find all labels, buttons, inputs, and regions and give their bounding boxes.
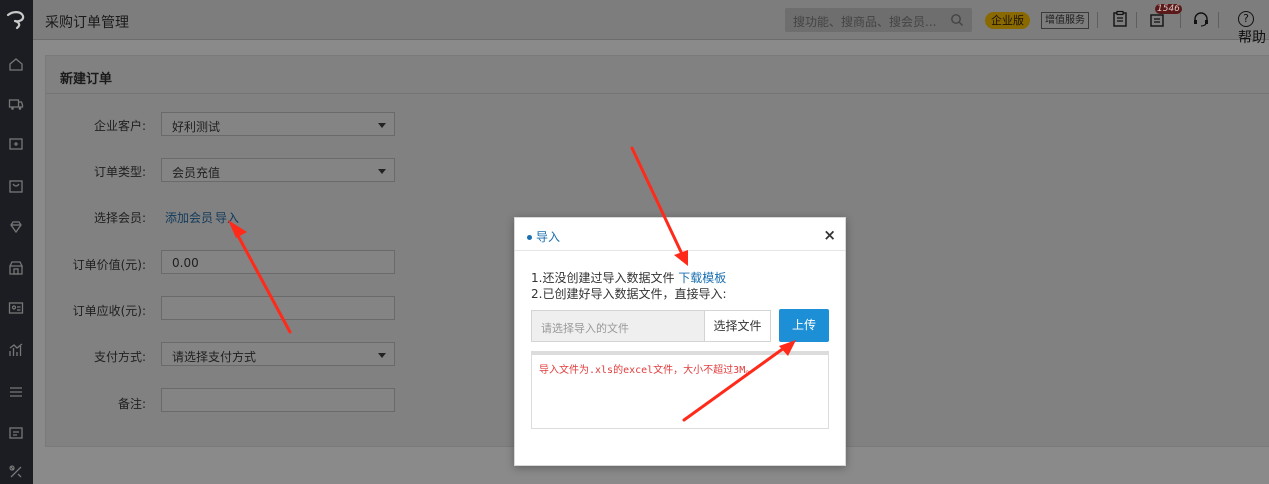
add-member-link[interactable]: 添加会员 — [165, 209, 213, 226]
step-1-text: 1.还没创建过导入数据文件 — [531, 271, 675, 285]
upload-button[interactable]: 上传 — [779, 309, 829, 342]
chevron-down-icon — [378, 353, 386, 358]
tools-icon[interactable] — [8, 464, 24, 480]
order-value-field[interactable]: 0.00 — [161, 250, 395, 274]
payment-label: 支付方式: — [93, 350, 146, 364]
search-input[interactable]: 搜功能、搜商品、搜会员... — [793, 13, 936, 30]
dialog-title: 导入 — [527, 228, 560, 245]
member-label: 选择会员: — [93, 211, 146, 225]
chevron-down-icon — [378, 169, 386, 174]
order-type-value: 会员充值 — [172, 166, 221, 180]
order-type-select[interactable]: 会员充值 — [161, 158, 395, 182]
headset-icon[interactable] — [1192, 10, 1210, 28]
help-icon: ? — [1238, 11, 1254, 27]
truck-icon[interactable] — [8, 96, 24, 112]
home-icon[interactable] — [8, 56, 24, 72]
dialog-title-text: 导入 — [536, 230, 561, 244]
bullet-icon — [527, 235, 532, 240]
file-placeholder: 请选择导入的文件 — [541, 322, 629, 335]
divider — [1180, 12, 1181, 28]
clipboard-icon[interactable] — [1111, 10, 1129, 28]
remark-label: 备注: — [117, 397, 146, 411]
search-box[interactable]: 搜功能、搜商品、搜会员... — [785, 8, 972, 32]
store-icon[interactable] — [8, 260, 24, 276]
card-header: 新建订单 — [46, 56, 1269, 94]
help-link[interactable]: ? 帮助 — [1238, 10, 1269, 47]
notification-count-badge: 1546 — [1155, 4, 1182, 14]
divider — [1136, 12, 1137, 28]
order-value-label: 订单价值(元): — [72, 258, 146, 272]
import-link[interactable]: 导入 — [215, 209, 239, 226]
cashier-icon[interactable] — [8, 136, 24, 152]
customer-select[interactable]: 好利测试 — [161, 112, 395, 136]
step-2-text: 2.已创建好导入数据文件，直接导入: — [531, 287, 727, 301]
diamond-icon[interactable] — [8, 219, 24, 235]
download-template-link[interactable]: 下载模板 — [678, 271, 726, 285]
import-dialog: 导入 × 1.还没创建过导入数据文件 下载模板 2.已创建好导入数据文件，直接导… — [514, 217, 846, 466]
top-bar: 采购订单管理 搜功能、搜商品、搜会员... 企业版 增值服务 1546 ? 帮助 — [33, 0, 1269, 46]
choose-file-button[interactable]: 选择文件 — [704, 310, 771, 342]
payment-placeholder: 请选择支付方式 — [172, 350, 257, 364]
import-note-box: 导入文件为.xls的excel文件，大小不超过3M。 — [531, 351, 829, 429]
help-label: 帮助 — [1238, 30, 1266, 46]
step-1: 1.还没创建过导入数据文件 下载模板 — [531, 269, 726, 286]
sidebar — [0, 0, 33, 484]
order-value: 0.00 — [172, 256, 199, 270]
list-icon[interactable] — [8, 384, 24, 400]
remark-field[interactable] — [161, 388, 395, 412]
customer-label: 企业客户: — [93, 119, 146, 133]
receivable-label: 订单应收(元): — [72, 304, 146, 318]
logo-icon — [6, 11, 25, 30]
dialog-header: 导入 × — [515, 218, 845, 251]
report-icon[interactable] — [8, 425, 24, 441]
customer-value: 好利测试 — [172, 120, 221, 134]
value-service-button[interactable]: 增值服务 — [1041, 12, 1089, 29]
search-icon[interactable] — [950, 13, 964, 27]
file-path-input[interactable]: 请选择导入的文件 — [531, 310, 705, 342]
card-title: 新建订单 — [60, 72, 113, 87]
chart-icon[interactable] — [8, 342, 24, 358]
divider — [1218, 12, 1219, 28]
payment-select[interactable]: 请选择支付方式 — [161, 342, 395, 366]
chevron-down-icon — [378, 123, 386, 128]
receivable-field[interactable] — [161, 296, 395, 320]
bag-icon[interactable] — [8, 178, 24, 194]
page-title: 采购订单管理 — [45, 15, 129, 31]
order-type-label: 订单类型: — [93, 165, 146, 179]
enterprise-badge[interactable]: 企业版 — [985, 12, 1030, 29]
close-button[interactable]: × — [823, 226, 836, 244]
import-note: 导入文件为.xls的excel文件，大小不超过3M。 — [539, 365, 756, 376]
divider — [1097, 12, 1098, 28]
id-card-icon[interactable] — [8, 300, 24, 316]
